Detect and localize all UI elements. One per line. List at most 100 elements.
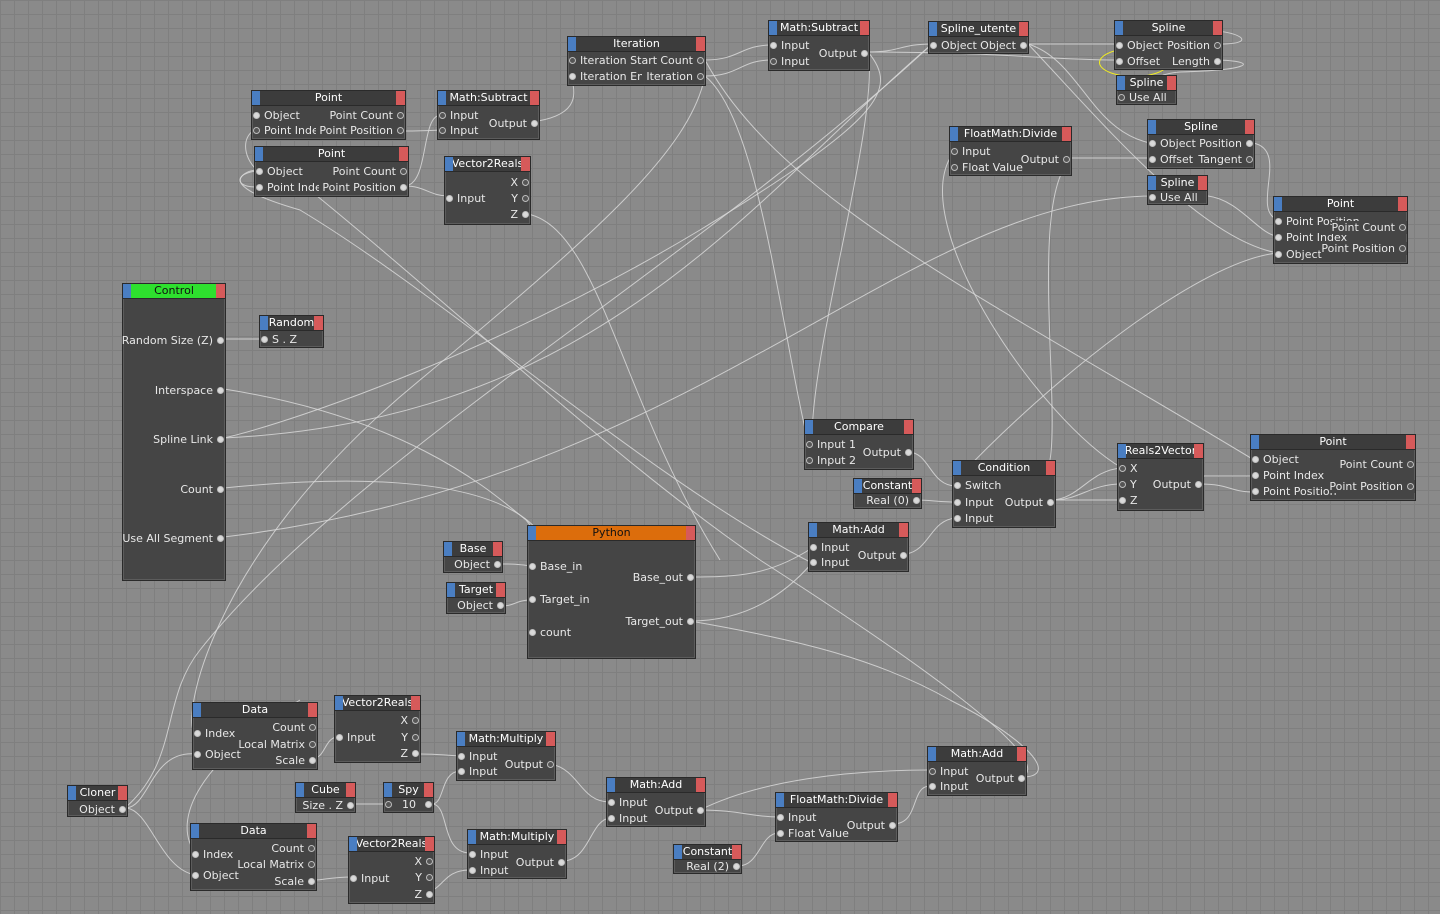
- object-port[interactable]: Object: [1115, 39, 1163, 52]
- output-port[interactable]: Output: [847, 819, 897, 832]
- math-add-node[interactable]: Math:Add Input Input Output: [606, 777, 706, 827]
- base-in-port[interactable]: Base_in: [528, 560, 582, 573]
- node-title[interactable]: Base: [444, 542, 502, 557]
- random-node[interactable]: Random S . Z: [259, 315, 324, 348]
- node-title[interactable]: Point: [1274, 197, 1407, 212]
- z-port[interactable]: Z: [510, 208, 530, 221]
- input-port[interactable]: Input: [950, 145, 990, 158]
- node-title[interactable]: Python: [528, 526, 695, 541]
- z-port[interactable]: Z: [414, 888, 434, 901]
- node-title[interactable]: Constant: [854, 479, 921, 494]
- point-index-port[interactable]: Point Index: [1251, 469, 1324, 482]
- node-title[interactable]: Constant: [674, 845, 741, 860]
- input-port[interactable]: Input: [953, 512, 993, 525]
- input-port[interactable]: Input: [928, 780, 968, 793]
- input-port[interactable]: Input: [349, 872, 389, 885]
- input-port[interactable]: Input: [335, 731, 375, 744]
- output-port[interactable]: Output: [1153, 478, 1203, 491]
- index-port[interactable]: Index: [191, 848, 233, 861]
- point-node[interactable]: Point Object Point Index Point Count Poi…: [251, 90, 406, 140]
- node-title[interactable]: Spline: [1148, 176, 1207, 191]
- base-out-port[interactable]: Base_out: [633, 571, 695, 584]
- spline-use-all-node[interactable]: Spline Use All: [1116, 75, 1177, 105]
- output-port[interactable]: Output: [655, 804, 705, 817]
- y-port[interactable]: Y: [401, 731, 420, 744]
- input-port[interactable]: Input: [607, 812, 647, 825]
- math-multiply-node[interactable]: Math:Multiply Input Input Output: [467, 829, 567, 879]
- input-port[interactable]: Input: [438, 124, 478, 137]
- input-port[interactable]: Input: [769, 55, 809, 68]
- reals2vector-node[interactable]: Reals2Vector X Y Z Output: [1117, 443, 1204, 511]
- spline-utente-node[interactable]: Spline_utente Object Object: [928, 21, 1029, 54]
- z-port[interactable]: Z: [1118, 494, 1138, 507]
- input-port[interactable]: Input: [769, 39, 809, 52]
- real-port[interactable]: Real (0): [866, 494, 921, 507]
- local-matrix-port[interactable]: Local Matrix: [238, 738, 317, 751]
- use-all-port[interactable]: Use All: [1117, 91, 1167, 104]
- floatmath-divide-node[interactable]: FloatMath:Divide Input Float Value Outpu…: [775, 792, 898, 842]
- object-port[interactable]: Object: [1274, 248, 1322, 261]
- object-port[interactable]: Object: [457, 599, 505, 612]
- object-port[interactable]: Object: [255, 165, 303, 178]
- point-position-port[interactable]: Point Position: [322, 181, 408, 194]
- output-port[interactable]: Output: [976, 772, 1026, 785]
- python-node[interactable]: Python Base_in Target_in count Base_out …: [527, 525, 696, 659]
- output-port[interactable]: Output: [1005, 496, 1055, 509]
- size-z-port[interactable]: Size . Z: [302, 799, 355, 812]
- spline-node[interactable]: Spline Object Offset Position Length: [1114, 20, 1223, 70]
- constant-node[interactable]: Constant Real (2): [673, 844, 742, 874]
- input-1-port[interactable]: Input 1: [805, 438, 856, 451]
- object-out-port[interactable]: Object: [980, 39, 1028, 52]
- target-out-port[interactable]: Target_out: [625, 615, 695, 628]
- count-port[interactable]: Count: [660, 54, 705, 67]
- target-in-port[interactable]: Target_in: [528, 593, 590, 606]
- y-port[interactable]: Y: [1118, 478, 1137, 491]
- input-port[interactable]: Input: [468, 848, 508, 861]
- object-port[interactable]: Object: [193, 748, 241, 761]
- node-title[interactable]: Compare: [805, 420, 913, 435]
- condition-node[interactable]: Condition Switch Input Input Output: [952, 460, 1056, 528]
- node-title[interactable]: Math:Multiply: [468, 830, 566, 845]
- object-port[interactable]: Object: [191, 869, 239, 882]
- compare-node[interactable]: Compare Input 1 Input 2 Output: [804, 419, 914, 470]
- input-port[interactable]: Input: [607, 796, 647, 809]
- input-port[interactable]: Input: [776, 811, 816, 824]
- iteration-port[interactable]: Iteration: [646, 70, 705, 83]
- node-title[interactable]: Point: [252, 91, 405, 106]
- input-port[interactable]: Input: [445, 192, 485, 205]
- object-port[interactable]: Object: [79, 803, 127, 816]
- input-port[interactable]: Input: [457, 750, 497, 763]
- iteration-start-port[interactable]: Iteration Start: [568, 54, 657, 67]
- node-title[interactable]: Spline_utente: [929, 22, 1028, 37]
- point-position-port[interactable]: Point Position: [319, 124, 405, 137]
- floatmath-divide-node[interactable]: FloatMath:Divide Input Float Value Outpu…: [949, 126, 1072, 176]
- point-node[interactable]: Point Object Point Index Point Count Poi…: [254, 146, 409, 197]
- node-title[interactable]: Random: [260, 316, 323, 331]
- vector2reals-node[interactable]: Vector2Reals Input X Y Z: [348, 836, 435, 904]
- node-title[interactable]: Spline: [1115, 21, 1222, 36]
- node-title[interactable]: Iteration: [568, 37, 705, 52]
- y-port[interactable]: Y: [511, 192, 530, 205]
- node-title[interactable]: Data: [191, 824, 316, 839]
- count-port[interactable]: Count: [271, 842, 316, 855]
- random-size-port[interactable]: Random Size (Z): [122, 334, 225, 347]
- input-port[interactable]: Input: [809, 556, 849, 569]
- input-port[interactable]: Input: [457, 765, 497, 778]
- count-port[interactable]: count: [528, 626, 571, 639]
- node-title[interactable]: Control: [123, 284, 225, 299]
- s-z-port[interactable]: S . Z: [260, 333, 297, 346]
- spline-link-port[interactable]: Spline Link: [153, 433, 225, 446]
- input-port[interactable]: Input: [953, 496, 993, 509]
- point-node[interactable]: Point Object Point Index Point Position …: [1250, 434, 1416, 501]
- target-node[interactable]: Target Object: [446, 582, 506, 614]
- object-in-port[interactable]: Object: [929, 39, 977, 52]
- vector2reals-node[interactable]: Vector2Reals Input X Y Z: [334, 695, 421, 763]
- point-index-port[interactable]: Point Index: [252, 124, 316, 137]
- math-multiply-node[interactable]: Math:Multiply Input Input Output: [456, 731, 556, 781]
- position-port[interactable]: Position: [1199, 137, 1254, 150]
- node-title[interactable]: Point: [1251, 435, 1415, 450]
- z-port[interactable]: Z: [400, 747, 420, 760]
- point-count-port[interactable]: Point Count: [1331, 221, 1407, 234]
- point-index-port[interactable]: Point Index: [255, 181, 319, 194]
- object-port[interactable]: Object: [454, 558, 502, 571]
